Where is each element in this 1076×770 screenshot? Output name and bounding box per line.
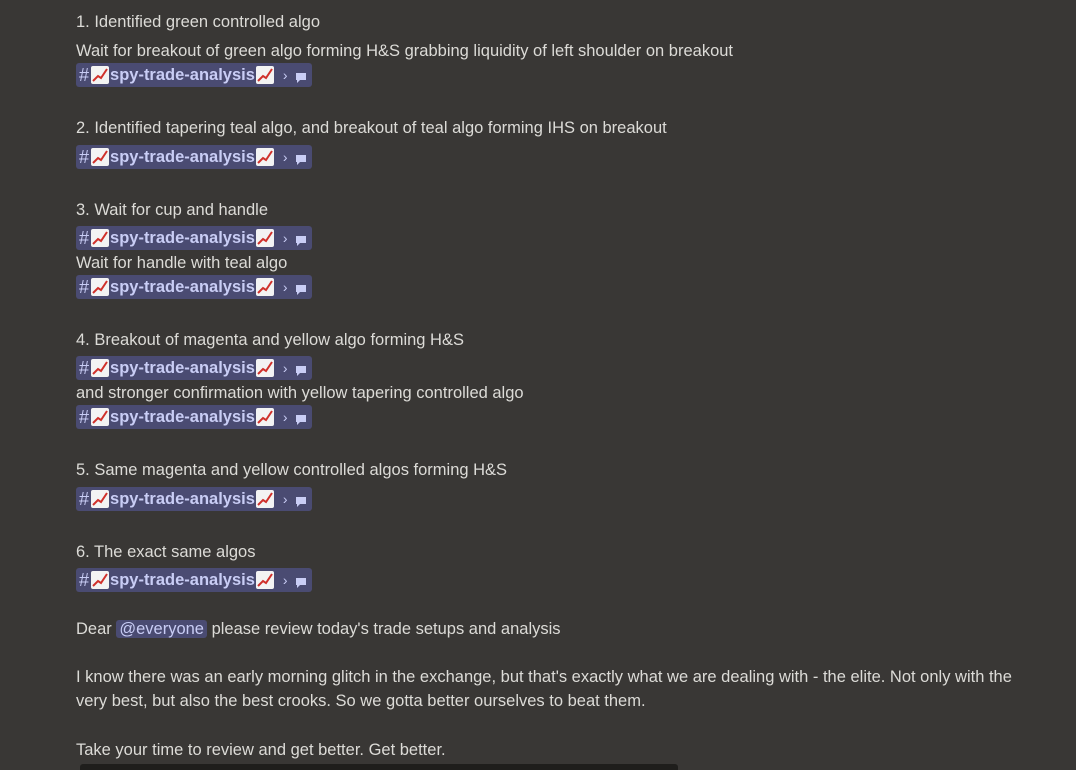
- channel-chip[interactable]: # spy-trade-analysis ›: [76, 145, 312, 169]
- chart-increasing-icon: [91, 490, 110, 508]
- channel-name: spy-trade-analysis: [110, 490, 255, 508]
- channel-link[interactable]: # spy-trade-analysis ›: [76, 275, 1036, 299]
- dear-everyone-line: Dear @everyone please review today's tra…: [76, 617, 1036, 641]
- section-heading: 2. Identified tapering teal algo, and br…: [76, 119, 667, 137]
- dear-suffix: please review today's trade setups and a…: [211, 620, 561, 638]
- chevron-right-icon: ›: [282, 149, 288, 165]
- chart-increasing-icon: [255, 278, 274, 296]
- channel-hash-icon: #: [79, 147, 90, 167]
- channel-link[interactable]: # spy-trade-analysis ›: [76, 568, 1036, 592]
- section-heading: 6. The exact same algos: [76, 543, 256, 561]
- channel-chip[interactable]: # spy-trade-analysis ›: [76, 63, 312, 87]
- chart-increasing-icon: [255, 490, 274, 508]
- everyone-mention[interactable]: @everyone: [116, 620, 207, 638]
- channel-name: spy-trade-analysis: [110, 359, 255, 377]
- channel-link[interactable]: # spy-trade-analysis ›: [76, 405, 1036, 429]
- channel-hash-icon: #: [79, 358, 90, 378]
- section-heading: 3. Wait for cup and handle: [76, 201, 269, 219]
- chart-increasing-icon: [255, 571, 274, 589]
- chevron-right-icon: ›: [282, 572, 288, 588]
- speech-bubble-icon: [294, 68, 308, 83]
- speech-bubble-icon: [294, 492, 308, 507]
- channel-hash-icon: #: [79, 407, 90, 427]
- chevron-right-icon: ›: [282, 67, 288, 83]
- channel-chip[interactable]: # spy-trade-analysis ›: [76, 568, 312, 592]
- dear-prefix: Dear: [76, 620, 112, 638]
- chart-increasing-icon: [255, 66, 274, 84]
- chart-increasing-icon: [255, 148, 274, 166]
- section-text: Wait for breakout of green algo forming …: [76, 42, 734, 60]
- channel-hash-icon: #: [79, 570, 90, 590]
- channel-chip[interactable]: # spy-trade-analysis ›: [76, 226, 312, 250]
- chart-increasing-icon: [91, 278, 110, 296]
- channel-name: spy-trade-analysis: [110, 278, 255, 296]
- channel-hash-icon: #: [79, 277, 90, 297]
- channel-link[interactable]: # spy-trade-analysis ›: [76, 63, 1036, 87]
- channel-chip[interactable]: # spy-trade-analysis ›: [76, 275, 312, 299]
- chart-increasing-icon: [255, 229, 274, 247]
- chart-increasing-icon: [91, 148, 110, 166]
- chevron-right-icon: ›: [282, 230, 288, 246]
- channel-name: spy-trade-analysis: [110, 148, 255, 166]
- chevron-right-icon: ›: [282, 279, 288, 295]
- channel-hash-icon: #: [79, 489, 90, 509]
- channel-link[interactable]: # spy-trade-analysis ›: [76, 145, 1036, 169]
- chart-increasing-icon: [91, 66, 110, 84]
- channel-chip[interactable]: # spy-trade-analysis ›: [76, 487, 312, 511]
- speech-bubble-icon: [294, 150, 308, 165]
- chart-increasing-icon: [255, 359, 274, 377]
- speech-bubble-icon: [294, 280, 308, 295]
- channel-name: spy-trade-analysis: [110, 229, 255, 247]
- chart-increasing-icon: [255, 408, 274, 426]
- chart-increasing-icon: [91, 229, 110, 247]
- chart-increasing-icon: [91, 359, 110, 377]
- section-heading: 4. Breakout of magenta and yellow algo f…: [76, 331, 464, 349]
- section-text: and stronger confirmation with yellow ta…: [76, 384, 524, 402]
- channel-chip[interactable]: # spy-trade-analysis ›: [76, 405, 312, 429]
- channel-name: spy-trade-analysis: [110, 571, 255, 589]
- section-heading: 5. Same magenta and yellow controlled al…: [76, 461, 508, 479]
- closing-final-line: Take your time to review and get better.…: [76, 741, 446, 759]
- channel-hash-icon: #: [79, 228, 90, 248]
- speech-bubble-icon: [294, 573, 308, 588]
- message-content: 1. Identified green controlled algo Wait…: [76, 0, 1036, 762]
- section-heading: 1. Identified green controlled algo: [76, 13, 321, 31]
- chevron-right-icon: ›: [282, 409, 288, 425]
- channel-chip[interactable]: # spy-trade-analysis ›: [76, 356, 312, 380]
- speech-bubble-icon: [294, 361, 308, 376]
- channel-name: spy-trade-analysis: [110, 66, 255, 84]
- channel-hash-icon: #: [79, 65, 90, 85]
- closing-paragraph: I know there was an early morning glitch…: [76, 668, 1012, 710]
- channel-link[interactable]: # spy-trade-analysis ›: [76, 226, 1036, 250]
- speech-bubble-icon: [294, 231, 308, 246]
- chevron-right-icon: ›: [282, 360, 288, 376]
- section-text: Wait for handle with teal algo: [76, 254, 288, 272]
- chart-increasing-icon: [91, 571, 110, 589]
- channel-link[interactable]: # spy-trade-analysis ›: [76, 356, 1036, 380]
- speech-bubble-icon: [294, 410, 308, 425]
- channel-link[interactable]: # spy-trade-analysis ›: [76, 487, 1036, 511]
- channel-name: spy-trade-analysis: [110, 408, 255, 426]
- chart-increasing-icon: [91, 408, 110, 426]
- embed-preview[interactable]: [80, 764, 678, 770]
- chevron-right-icon: ›: [282, 491, 288, 507]
